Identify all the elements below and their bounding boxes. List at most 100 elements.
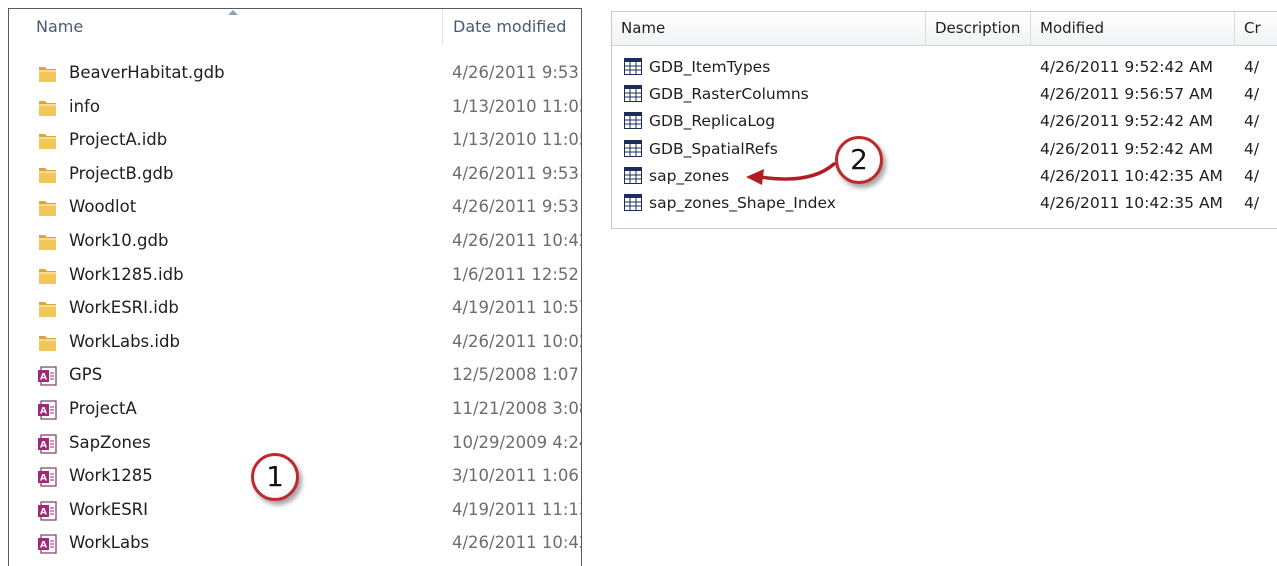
list-item[interactable]: Work1285.idb 1/6/2011 12:52 <box>9 259 581 293</box>
item-date-modified: 4/19/2011 11:13 <box>452 499 582 519</box>
item-name: WorkESRI.idb <box>69 298 179 318</box>
item-name: GPS <box>69 365 103 385</box>
table-name: GDB_ItemTypes <box>649 58 771 76</box>
list-item[interactable]: BeaverHabitat.gdb 4/26/2011 9:53 <box>9 57 581 91</box>
list-item[interactable]: A ProjectA 11/21/2008 3:08 <box>9 393 581 427</box>
item-name: Work10.gdb <box>69 230 169 250</box>
table-created: 4/ <box>1244 166 1260 185</box>
item-date-modified: 3/10/2011 1:06 <box>452 466 579 486</box>
folder-icon <box>37 63 59 85</box>
item-name: ProjectB.gdb <box>69 163 174 183</box>
access-file-icon: A <box>37 399 59 421</box>
list-item[interactable]: Work10.gdb 4/26/2011 10:42 <box>9 225 581 259</box>
item-date-modified: 4/26/2011 9:53 <box>452 63 579 82</box>
svg-text:A: A <box>40 541 47 551</box>
list-item[interactable]: A SapZones 10/29/2009 4:24 <box>9 427 581 461</box>
column-header-date-modified[interactable]: Date modified <box>453 17 566 36</box>
folder-icon <box>37 97 59 119</box>
table-icon <box>624 139 642 157</box>
list-item[interactable]: A WorkLabs 4/26/2011 10:42 <box>9 527 581 561</box>
table-modified: 4/26/2011 9:52:42 AM <box>1040 58 1214 76</box>
table-icon <box>624 193 642 211</box>
item-date-modified: 4/26/2011 10:42 <box>452 230 582 250</box>
item-date-modified: 4/26/2011 9:53 <box>452 197 579 217</box>
svg-text:A: A <box>40 440 47 450</box>
svg-text:A: A <box>40 474 47 484</box>
folder-icon <box>37 298 59 320</box>
table-created: 4/ <box>1244 112 1260 131</box>
item-date-modified: 1/13/2010 11:05 <box>452 130 582 150</box>
column-divider[interactable] <box>442 9 443 45</box>
callout-1: 1 <box>251 453 299 501</box>
item-date-modified: 4/26/2011 10:02 <box>452 331 582 351</box>
item-date-modified: 1/13/2010 11:05 <box>452 96 582 116</box>
column-header-row: Name Description Modified Cr <box>612 12 1277 46</box>
item-name: ProjectA.idb <box>69 130 168 150</box>
table-name: sap_zones <box>649 166 730 185</box>
column-header-modified[interactable]: Modified <box>1031 12 1235 45</box>
table-created: 4/ <box>1244 85 1260 104</box>
table-icon <box>624 85 642 103</box>
list-item[interactable]: A GPS 12/5/2008 1:07 <box>9 359 581 393</box>
column-header-description[interactable]: Description <box>926 12 1031 45</box>
item-name: ProjectA <box>69 398 137 418</box>
table-row[interactable]: sap_zones 4/26/2011 10:42:35 AM 4/ <box>612 164 1277 191</box>
access-file-icon: A <box>37 500 59 522</box>
item-date-modified: 4/26/2011 10:42 <box>452 533 582 553</box>
callout-arrow <box>746 162 836 185</box>
table-list: GDB_ItemTypes 4/26/2011 9:52:42 AM 4/GDB_R… <box>612 55 1277 218</box>
list-item[interactable]: WorkESRI.idb 4/19/2011 10:57 <box>9 292 581 326</box>
table-row[interactable]: GDB_ItemTypes 4/26/2011 9:52:42 AM 4/ <box>612 55 1277 82</box>
access-file-icon: A <box>37 433 59 455</box>
item-name: WorkLabs <box>69 533 150 553</box>
list-item[interactable]: Woodlot 4/26/2011 9:53 <box>9 191 581 225</box>
list-item[interactable]: ProjectB.gdb 4/26/2011 9:53 <box>9 158 581 192</box>
folder-icon <box>37 130 59 152</box>
item-date-modified: 10/29/2009 4:24 <box>452 432 582 452</box>
svg-text:A: A <box>40 507 47 517</box>
item-name: BeaverHabitat.gdb <box>69 63 225 82</box>
sort-ascending-icon <box>228 10 238 15</box>
item-date-modified: 12/5/2008 1:07 <box>452 365 579 385</box>
table-name: sap_zones_Shape_Index <box>649 193 836 212</box>
item-name: Work1285 <box>69 466 153 486</box>
table-modified: 4/26/2011 10:42:35 AM <box>1040 193 1223 212</box>
table-modified: 4/26/2011 9:56:57 AM <box>1040 85 1214 104</box>
table-created: 4/ <box>1244 58 1260 76</box>
column-header-name[interactable]: Name <box>612 12 926 45</box>
table-name: GDB_SpatialRefs <box>649 139 778 158</box>
list-item[interactable]: info 1/13/2010 11:05 <box>9 91 581 125</box>
folder-icon <box>37 164 59 186</box>
table-modified: 4/26/2011 9:52:42 AM <box>1040 112 1214 131</box>
item-name: SapZones <box>69 432 151 452</box>
table-icon <box>624 112 642 130</box>
list-item[interactable]: ProjectA.idb 1/13/2010 11:05 <box>9 124 581 158</box>
table-created: 4/ <box>1244 193 1260 212</box>
list-item[interactable]: A WorkESRI 4/19/2011 11:13 <box>9 494 581 528</box>
access-file-icon: A <box>37 533 59 555</box>
svg-text:A: A <box>40 373 47 383</box>
table-modified: 4/26/2011 10:42:35 AM <box>1040 166 1223 185</box>
catalog-table-list: Name Description Modified Cr GDB_ItemTyp… <box>611 11 1277 229</box>
list-item[interactable]: WorkLabs.idb 4/26/2011 10:02 <box>9 326 581 360</box>
table-created: 4/ <box>1244 139 1260 158</box>
table-row[interactable]: sap_zones_Shape_Index 4/26/2011 10:42:35 … <box>612 191 1277 218</box>
table-name: GDB_RasterColumns <box>649 85 809 104</box>
table-name: GDB_ReplicaLog <box>649 112 776 131</box>
svg-text:A: A <box>40 406 47 416</box>
callout-2: 2 <box>835 136 883 184</box>
column-header-row: Name Date modified <box>9 9 581 47</box>
table-row[interactable]: GDB_RasterColumns 4/26/2011 9:56:57 AM 4/ <box>612 82 1277 109</box>
item-name: Woodlot <box>69 197 137 217</box>
item-name: Work1285.idb <box>69 264 184 284</box>
table-icon <box>624 58 642 75</box>
item-name: WorkESRI <box>69 499 149 519</box>
table-icon <box>624 166 642 184</box>
item-date-modified: 11/21/2008 3:08 <box>452 398 582 418</box>
table-row[interactable]: GDB_ReplicaLog 4/26/2011 9:52:42 AM 4/ <box>612 109 1277 136</box>
item-date-modified: 1/6/2011 12:52 <box>452 264 579 284</box>
table-row[interactable]: GDB_SpatialRefs 4/26/2011 9:52:42 AM 4/ <box>612 137 1277 164</box>
column-header-name[interactable]: Name <box>36 17 83 36</box>
column-header-created[interactable]: Cr <box>1235 12 1277 45</box>
item-date-modified: 4/26/2011 9:53 <box>452 163 579 183</box>
